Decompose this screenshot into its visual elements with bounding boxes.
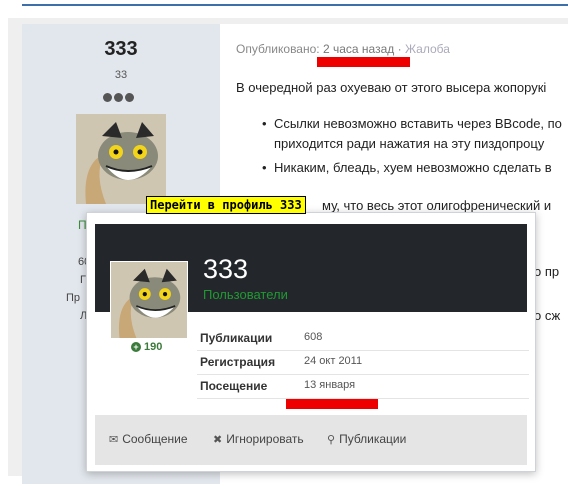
stat-label: Публикации <box>200 331 273 345</box>
author-name[interactable]: 333 <box>22 38 220 61</box>
author-stat-peek: Пр <box>66 292 81 304</box>
stat-label: Посещение <box>200 379 268 393</box>
post-line: В очередной раз охуеваю от этого высера … <box>236 80 547 95</box>
stat-label: Регистрация <box>200 355 276 369</box>
hovercard-stats: Публикации 608 Регистрация 24 окт 2011 П… <box>197 327 529 399</box>
rank-pips <box>103 89 136 107</box>
reputation-badge: +190 <box>131 341 162 353</box>
meta-separator: · <box>397 42 402 56</box>
hovercard-username[interactable]: 333 <box>203 254 248 285</box>
envelope-icon: ✉ <box>109 434 119 446</box>
stat-row-last-visit: Посещение 13 января <box>197 375 529 399</box>
post-meta: Опубликовано: 2 часа назад · Жалоба <box>236 42 450 56</box>
report-link[interactable]: Жалоба <box>405 42 450 56</box>
author-avatar[interactable] <box>76 114 166 204</box>
hovercard-avatar[interactable] <box>110 261 188 339</box>
annotation-underline-visit <box>286 399 378 409</box>
stat-row-joined: Регистрация 24 окт 2011 <box>197 351 529 375</box>
reputation-value: 190 <box>144 341 163 353</box>
hovercard-group: Пользователи <box>203 287 288 302</box>
profile-tooltip: Перейти в профиль 333 <box>146 196 306 214</box>
post-line: му, что весь этот олигофренический и <box>322 198 552 213</box>
top-rule <box>22 4 568 6</box>
stat-value: 24 окт 2011 <box>304 355 363 367</box>
message-button[interactable]: ✉ Сообщение <box>109 432 188 446</box>
ignore-button[interactable]: ✖ Игнорировать <box>213 432 304 446</box>
stat-row-posts: Публикации 608 <box>197 327 529 351</box>
block-icon: ✖ <box>213 434 223 446</box>
post-line: приходится ради нажатия на эту пиздопроц… <box>274 136 545 151</box>
post-line: о пр <box>534 264 560 279</box>
author-title: 33 <box>114 69 128 81</box>
post-bullet: Никаким, блеадь, хуем невозможно сделать… <box>262 160 552 175</box>
snake-avatar-icon <box>111 262 187 338</box>
post-time-link[interactable]: 2 часа назад <box>323 42 394 56</box>
post-line: о сж <box>534 308 561 323</box>
annotation-underline-time <box>317 57 410 67</box>
hovercard-actions: ✉ Сообщение ✖ Игнорировать ⚲ Публикации <box>95 415 527 465</box>
profile-hovercard: 333 Пользователи +190 Публикации 608 Рег… <box>86 212 536 472</box>
stat-value: 13 января <box>304 379 356 391</box>
post-bullet: Ссылки невозможно вставить через BBcode,… <box>262 116 562 131</box>
stat-value: 608 <box>304 331 323 343</box>
snake-avatar-icon <box>76 114 166 204</box>
publications-button[interactable]: ⚲ Публикации <box>327 432 406 446</box>
plus-circle-icon: + <box>131 342 141 352</box>
search-icon: ⚲ <box>327 434 336 446</box>
published-label: Опубликовано: <box>236 42 320 56</box>
